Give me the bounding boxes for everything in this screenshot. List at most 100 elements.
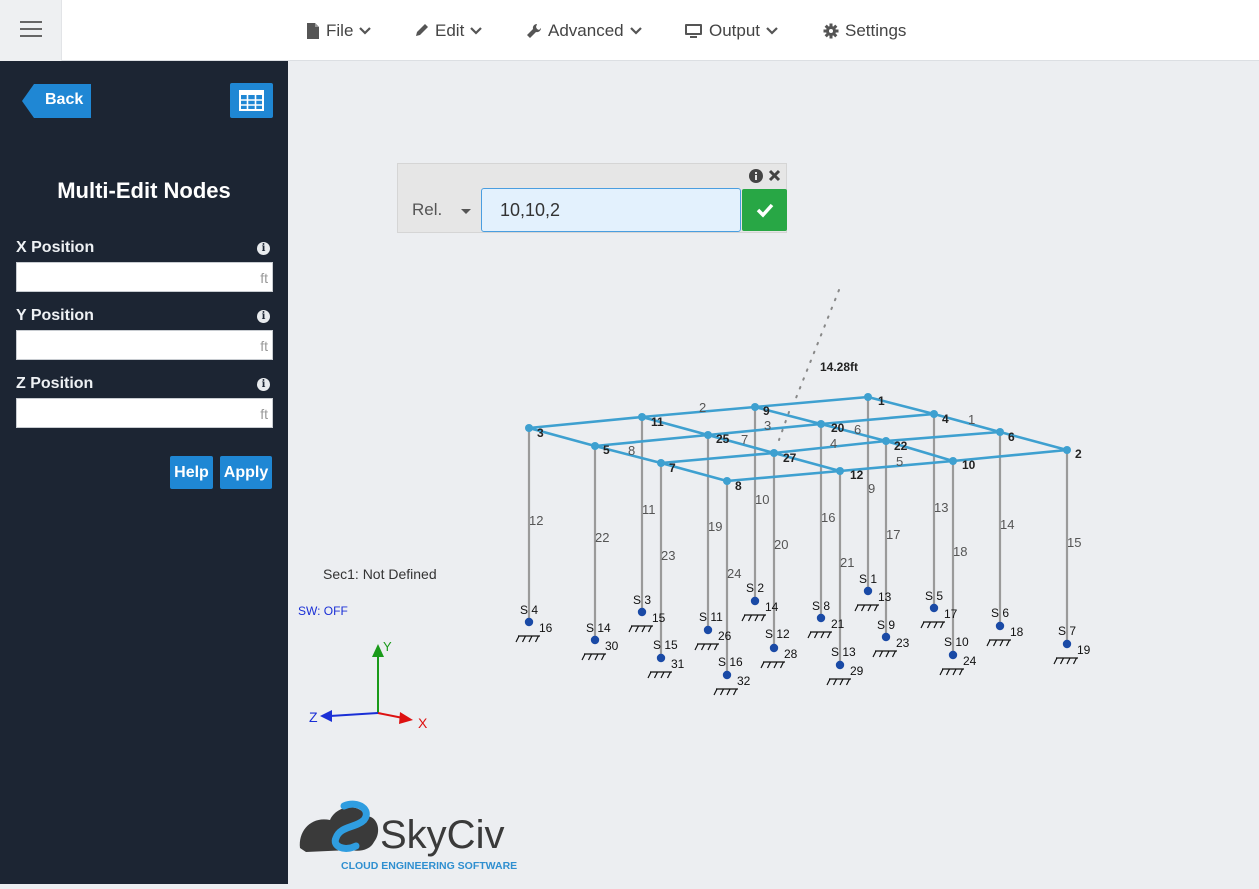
node-dot[interactable] <box>996 428 1004 436</box>
node-dot[interactable] <box>817 420 825 428</box>
node-dot[interactable] <box>657 459 665 467</box>
beam-member[interactable] <box>528 415 643 430</box>
node-dot[interactable] <box>525 424 533 432</box>
settings-menu[interactable]: Settings <box>823 0 906 61</box>
mode-select[interactable]: Rel. <box>412 200 442 220</box>
beam-member[interactable] <box>726 469 841 483</box>
apply-button[interactable]: Apply <box>220 456 272 489</box>
support-node[interactable] <box>637 607 647 617</box>
support-label: S 1 <box>859 572 877 586</box>
support-label: S 12 <box>765 627 790 641</box>
node-dot[interactable] <box>836 467 844 475</box>
fixed-support-symbol <box>1053 657 1078 665</box>
node-dot[interactable] <box>723 477 731 485</box>
file-icon <box>307 22 319 39</box>
chevron-down-icon <box>766 26 778 35</box>
top-menu-bar: File Edit Advanced Output Settings <box>0 0 1259 61</box>
support-hatch <box>719 688 725 696</box>
node-dot[interactable] <box>930 410 938 418</box>
support-label: S 10 <box>944 635 969 649</box>
node-label: 18 <box>1010 625 1024 639</box>
fixed-support-symbol <box>986 639 1011 647</box>
info-icon[interactable]: i <box>257 378 270 391</box>
support-node[interactable] <box>722 670 732 680</box>
beam-member[interactable] <box>594 433 709 448</box>
fixed-support-symbol <box>807 631 832 639</box>
support-hatch <box>1005 639 1011 647</box>
support-node[interactable] <box>769 643 779 653</box>
support-node[interactable] <box>703 625 713 635</box>
support-node[interactable] <box>995 621 1005 631</box>
hamburger-menu-button[interactable] <box>0 0 62 61</box>
self-weight-status: SW: OFF <box>298 604 348 618</box>
fixed-support-symbol <box>760 661 785 669</box>
node-dot[interactable] <box>882 437 890 445</box>
beam-member[interactable] <box>660 451 775 465</box>
support-hatch <box>660 671 665 679</box>
support-node[interactable] <box>929 603 939 613</box>
support-node[interactable] <box>948 650 958 660</box>
command-box-controls <box>749 169 781 183</box>
support-hatch <box>726 688 731 696</box>
node-dot[interactable] <box>949 457 957 465</box>
support-node[interactable] <box>1062 639 1072 649</box>
support-hatch <box>1059 657 1065 665</box>
x-position-input[interactable] <box>17 263 255 291</box>
support-hatch <box>832 678 838 686</box>
help-button[interactable]: Help <box>170 456 213 489</box>
advanced-menu[interactable]: Advanced <box>526 0 642 61</box>
support-hatch <box>634 625 640 633</box>
output-menu[interactable]: Output <box>684 0 778 61</box>
info-icon[interactable]: i <box>257 310 270 323</box>
node-label: 13 <box>878 590 892 604</box>
support-node[interactable] <box>863 586 873 596</box>
support-node[interactable] <box>656 653 666 663</box>
coordinate-input[interactable] <box>482 189 740 231</box>
support-label: S 6 <box>991 606 1009 620</box>
node-label: 6 <box>1008 430 1015 444</box>
node-dot[interactable] <box>770 449 778 457</box>
node-dot[interactable] <box>864 393 872 401</box>
info-icon[interactable]: i <box>257 242 270 255</box>
gear-icon <box>823 23 839 38</box>
y-position-input[interactable] <box>17 331 255 359</box>
support-label: S 7 <box>1058 624 1076 638</box>
support-node[interactable] <box>750 596 760 606</box>
support-node[interactable] <box>524 617 534 627</box>
y-position-field[interactable]: ft <box>16 330 273 360</box>
member-label: 21 <box>840 555 854 570</box>
node-dot[interactable] <box>704 431 712 439</box>
file-menu[interactable]: File <box>306 0 372 61</box>
coordinate-field[interactable] <box>481 188 741 232</box>
confirm-button[interactable] <box>742 189 787 231</box>
node-dot[interactable] <box>1063 446 1071 454</box>
support-node[interactable] <box>816 613 826 623</box>
node-dot[interactable] <box>591 442 599 450</box>
support-hatch <box>534 635 540 643</box>
node-dot[interactable] <box>638 413 646 421</box>
fixed-support-symbol <box>628 625 653 633</box>
spreadsheet-button[interactable] <box>230 83 273 118</box>
support-node[interactable] <box>881 632 891 642</box>
z-position-field[interactable]: ft <box>16 398 273 428</box>
z-axis-line <box>329 712 379 717</box>
back-button[interactable]: Back <box>22 84 91 118</box>
member-label: 5 <box>896 454 903 469</box>
info-icon[interactable] <box>749 169 763 183</box>
support-node[interactable] <box>590 635 600 645</box>
node-dot[interactable] <box>751 403 759 411</box>
support-hatch <box>713 688 718 696</box>
fixed-support-symbol <box>713 688 738 696</box>
z-position-input[interactable] <box>17 399 255 427</box>
section-info: Sec1: Not Defined <box>323 566 437 582</box>
x-position-field[interactable]: ft <box>16 262 273 292</box>
support-hatch <box>867 604 872 612</box>
support-node[interactable] <box>835 660 845 670</box>
beam-member[interactable] <box>754 395 869 409</box>
edit-menu[interactable]: Edit <box>414 0 483 61</box>
support-hatch <box>986 639 991 647</box>
close-icon[interactable] <box>768 169 781 182</box>
support-hatch <box>732 688 738 696</box>
support-hatch <box>891 650 897 658</box>
support-hatch <box>1066 657 1071 665</box>
